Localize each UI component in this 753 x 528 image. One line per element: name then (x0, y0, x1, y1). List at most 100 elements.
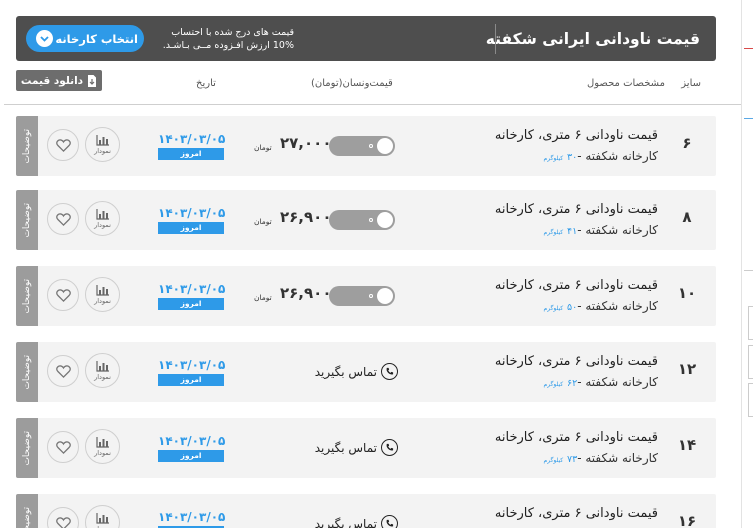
bar-chart-icon (95, 512, 109, 524)
favorite-button[interactable] (47, 431, 79, 463)
product-subtitle: کارخانه شکفته -۳۰ کیلوگرم (544, 149, 659, 163)
chart-button[interactable]: نمودار (85, 505, 120, 528)
chart-button[interactable]: نمودار (85, 353, 120, 388)
call-us[interactable]: تماس بگیرید (306, 363, 398, 380)
weight-separator: - (577, 375, 582, 389)
weight-separator: - (577, 223, 582, 237)
favorite-button[interactable] (47, 129, 79, 161)
weight-unit: کیلوگرم (543, 155, 564, 162)
call-us[interactable]: تماس بگیرید (306, 515, 398, 528)
weight-unit: کیلوگرم (543, 229, 564, 236)
today-badge: امروز (158, 450, 224, 462)
product-size: ۱۰ (677, 284, 697, 302)
factory-name: کارخانه شکفته (585, 223, 658, 237)
page: قیمت ناودانی ایرانی شکفته قیمت های درج ش… (0, 0, 753, 528)
description-tab[interactable]: توضیحات (16, 342, 38, 402)
price-date: ۱۴۰۳/۰۳/۰۵ (158, 132, 226, 146)
favorite-button[interactable] (47, 279, 79, 311)
price-unit: تومان (254, 143, 272, 152)
product-weight: ۴۱ (566, 226, 578, 237)
product-subtitle: کارخانه شکفته -۶۲ کیلوگرم (544, 375, 659, 389)
description-tab-label: توضیحات (22, 278, 32, 314)
adjacent-panel-edge (741, 0, 753, 528)
column-price: قیمت‌ونسان(تومان) (311, 78, 393, 89)
vat-note-line1: قیمت های درج شده با احتساب (171, 26, 294, 38)
weight-separator: - (577, 451, 582, 465)
price-value: ۲۶,۹۰۰ (280, 284, 332, 302)
chart-button[interactable]: نمودار (85, 277, 120, 312)
product-size: ۶ (682, 134, 692, 152)
price-header: قیمت ناودانی ایرانی شکفته قیمت های درج ش… (16, 16, 716, 61)
chart-button[interactable]: نمودار (85, 127, 120, 162)
phone-icon (381, 439, 398, 456)
product-weight: ۶۲ (566, 378, 578, 389)
table-row: توضیحات نمودار ۱۴۰۳/۰۳/۰۵ امروز تومان ۲۷… (16, 116, 716, 176)
price-date: ۱۴۰۳/۰۳/۰۵ (158, 206, 226, 220)
product-weight: ۵۰ (566, 302, 578, 313)
bar-chart-icon (95, 134, 109, 146)
favorite-button[interactable] (47, 507, 79, 528)
weight-unit: کیلوگرم (543, 457, 564, 464)
heart-icon (55, 440, 71, 454)
price-alert-toggle[interactable] (329, 136, 395, 156)
call-us-label: تماس بگیرید (314, 364, 377, 379)
call-us-label: تماس بگیرید (314, 440, 377, 455)
product-title[interactable]: قیمت ناودانی ۶ متری، کارخانه (495, 430, 658, 445)
product-size: ۱۴ (677, 436, 697, 454)
heart-icon (55, 364, 71, 378)
price-alert-toggle[interactable] (329, 286, 395, 306)
price-value: ۲۶,۹۰۰ (280, 208, 332, 226)
description-tab-label: توضیحات (22, 430, 32, 466)
price-value: ۲۷,۰۰۰ (280, 134, 332, 152)
price-date: ۱۴۰۳/۰۳/۰۵ (158, 510, 226, 524)
today-badge: امروز (158, 222, 224, 234)
product-title[interactable]: قیمت ناودانی ۶ متری، کارخانه (495, 128, 658, 143)
bar-chart-icon (95, 360, 109, 372)
weight-unit: کیلوگرم (543, 381, 564, 388)
heart-icon (55, 516, 71, 528)
select-factory-label: انتخاب کارخانه (55, 31, 138, 46)
product-title[interactable]: قیمت ناودانی ۶ متری، کارخانه (495, 354, 658, 369)
chart-button[interactable]: نمودار (85, 429, 120, 464)
bar-chart-icon (95, 208, 109, 220)
description-tab[interactable]: توضیحات (16, 266, 38, 326)
select-factory-button[interactable]: انتخاب کارخانه (26, 25, 144, 52)
heart-icon (55, 212, 71, 226)
chart-label: نمودار (94, 220, 111, 229)
product-title[interactable]: قیمت ناودانی ۶ متری، کارخانه (495, 202, 658, 217)
chart-button[interactable]: نمودار (85, 201, 120, 236)
product-subtitle: کارخانه شکفته -۴۱ کیلوگرم (544, 223, 659, 237)
product-subtitle: کارخانه شکفته -۷۳ کیلوگرم (544, 451, 659, 465)
product-weight: ۷۳ (566, 454, 578, 465)
description-tab[interactable]: توضیحات (16, 418, 38, 478)
price-date: ۱۴۰۳/۰۳/۰۵ (158, 358, 226, 372)
today-badge: امروز (158, 298, 224, 310)
favorite-button[interactable] (47, 355, 79, 387)
heart-icon (55, 138, 71, 152)
phone-icon (381, 363, 398, 380)
weight-unit: کیلوگرم (543, 305, 564, 312)
product-subtitle: کارخانه شکفته -۵۰ کیلوگرم (544, 299, 659, 313)
description-tab[interactable]: توضیحات (16, 116, 38, 176)
price-alert-toggle[interactable] (329, 210, 395, 230)
today-badge: امروز (158, 374, 224, 386)
product-title[interactable]: قیمت ناودانی ۶ متری، کارخانه (495, 278, 658, 293)
download-price-button[interactable]: دانلود قیمت (16, 70, 102, 91)
favorite-button[interactable] (47, 203, 79, 235)
factory-name: کارخانه شکفته (585, 451, 658, 465)
call-us[interactable]: تماس بگیرید (306, 439, 398, 456)
description-tab-label: توضیحات (22, 128, 32, 164)
description-tab-label: توضیحات (22, 354, 32, 390)
description-tab[interactable]: توضیحات (16, 190, 38, 250)
table-row: توضیحات نمودار ۱۴۰۳/۰۳/۰۵ امروز تماس بگی… (16, 418, 716, 478)
price-unit: تومان (254, 217, 272, 226)
weight-separator: - (577, 299, 582, 313)
column-size: سایز (681, 78, 701, 89)
chart-label: نمودار (94, 146, 111, 155)
price-date: ۱۴۰۳/۰۳/۰۵ (158, 434, 226, 448)
description-tab[interactable]: توضیحات (16, 494, 38, 528)
bar-chart-icon (95, 284, 109, 296)
product-title[interactable]: قیمت ناودانی ۶ متری، کارخانه (495, 506, 658, 521)
chevron-down-icon (36, 30, 53, 47)
table-row: توضیحات نمودار ۱۴۰۳/۰۳/۰۵ امروز تومان ۲۶… (16, 266, 716, 326)
